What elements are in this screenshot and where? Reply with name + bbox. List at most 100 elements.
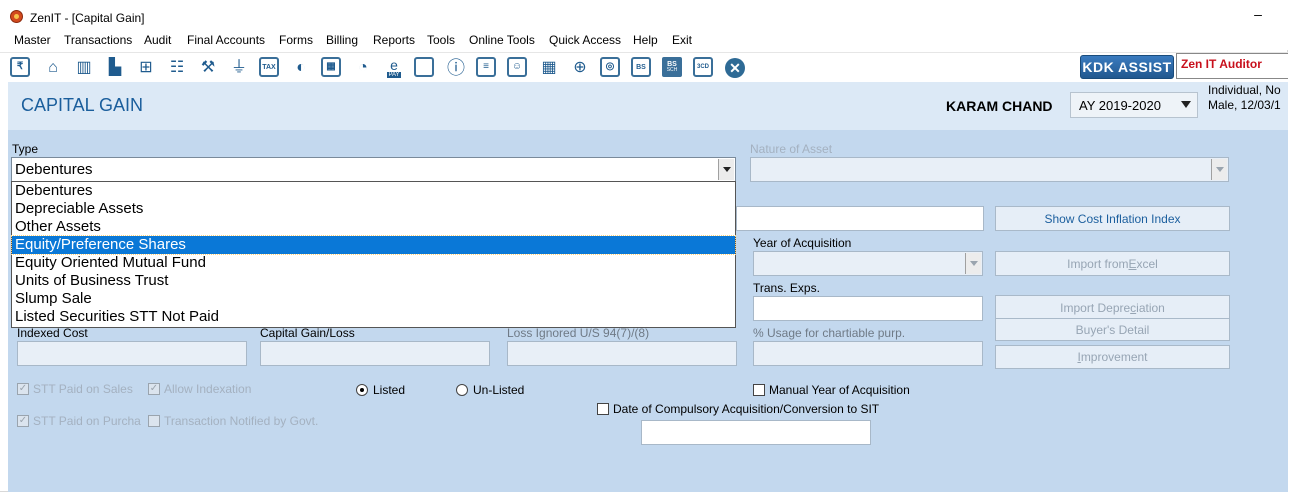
radio-dot bbox=[456, 384, 468, 396]
loss-ignored-field[interactable] bbox=[507, 341, 737, 366]
import-depreciation-button[interactable]: Import Depre c iation bbox=[995, 295, 1230, 320]
tax-icon[interactable]: TAX bbox=[259, 57, 279, 77]
improvement-button[interactable]: Improvement bbox=[995, 345, 1230, 369]
type-option-other-assets[interactable]: Other Assets bbox=[12, 218, 735, 236]
date-of-transfer-field[interactable] bbox=[736, 206, 984, 231]
menu-online-tools[interactable]: Online Tools bbox=[469, 33, 535, 47]
return-doc-icon[interactable]: ◎ bbox=[600, 57, 620, 77]
checkbox-box: ✓ bbox=[148, 383, 160, 395]
buyers-detail-button[interactable]: Buyer's Detail bbox=[995, 318, 1230, 341]
menu-forms[interactable]: Forms bbox=[279, 33, 313, 47]
home-icon[interactable]: ⌂ bbox=[42, 57, 64, 79]
transaction-notified-checkbox[interactable]: Transaction Notified by Govt. bbox=[148, 414, 318, 428]
stt-paid-sales-label: STT Paid on Sales bbox=[33, 382, 133, 396]
year-of-acquisition-select[interactable] bbox=[753, 251, 983, 276]
menu-final-accounts[interactable]: Final Accounts bbox=[187, 33, 265, 47]
epay-icon[interactable]: e PAY bbox=[383, 57, 405, 79]
menu-help[interactable]: Help bbox=[633, 33, 658, 47]
indexed-cost-field[interactable] bbox=[17, 341, 247, 366]
gift-icon[interactable]: ⊞ bbox=[135, 57, 157, 79]
3cd-icon[interactable]: 3CD bbox=[693, 57, 713, 77]
unlisted-radio[interactable]: Un-Listed bbox=[456, 383, 524, 397]
assessment-year-select[interactable]: AY 2019-2020 bbox=[1070, 92, 1198, 118]
menu-master[interactable]: Master bbox=[14, 33, 51, 47]
users-icon[interactable]: ☷ bbox=[166, 57, 188, 79]
minimize-button[interactable]: – bbox=[1250, 6, 1266, 22]
date-compulsory-checkbox[interactable]: Date of Compulsory Acquisition/Conversio… bbox=[597, 402, 879, 416]
menu-reports[interactable]: Reports bbox=[373, 33, 415, 47]
filter-icon[interactable]: ⏚ bbox=[228, 57, 250, 79]
menu-quick-access[interactable]: Quick Access bbox=[549, 33, 621, 47]
client-info: Individual, No Male, 12/03/1 bbox=[1208, 83, 1288, 113]
pie-icon[interactable]: ◔ bbox=[352, 57, 374, 79]
radio-dot bbox=[356, 384, 368, 396]
refresh-icon[interactable]: ◐ bbox=[290, 57, 312, 79]
type-option-units-business-trust[interactable]: Units of Business Trust bbox=[12, 272, 735, 290]
nature-of-asset-label: Nature of Asset bbox=[750, 142, 833, 156]
type-value: Debentures bbox=[15, 161, 93, 178]
checkbox-box bbox=[597, 403, 609, 415]
folder-icon[interactable]: ⊕ bbox=[569, 57, 591, 79]
allow-indexation-label: Allow Indexation bbox=[164, 382, 252, 396]
checkbox-box bbox=[148, 415, 160, 427]
listed-radio[interactable]: Listed bbox=[356, 383, 405, 397]
epay-label: PAY bbox=[387, 72, 401, 78]
book-icon[interactable] bbox=[414, 57, 434, 77]
stt-paid-purchase-checkbox[interactable]: ✓ STT Paid on Purcha bbox=[17, 414, 141, 428]
date-compulsory-field[interactable] bbox=[641, 420, 871, 445]
usage-charitable-field[interactable] bbox=[753, 341, 983, 366]
client-info-line1: Individual, No bbox=[1208, 83, 1281, 97]
nature-dropdown-button[interactable] bbox=[1211, 159, 1227, 180]
stt-paid-purchase-label: STT Paid on Purcha bbox=[33, 414, 141, 428]
info-icon[interactable]: ⓘ bbox=[445, 57, 467, 79]
bs-icon[interactable]: BS bbox=[631, 57, 651, 77]
type-option-listed-securities-stt[interactable]: Listed Securities STT Not Paid bbox=[12, 308, 735, 326]
menu-transactions[interactable]: Transactions bbox=[64, 33, 132, 47]
checkbox-box bbox=[753, 384, 765, 396]
type-option-equity-preference-shares[interactable]: Equity/Preference Shares bbox=[11, 235, 736, 255]
building-icon[interactable]: ▥ bbox=[73, 57, 95, 79]
kdk-assist-button[interactable]: KDK ASSIST bbox=[1080, 55, 1174, 79]
type-select[interactable]: Debentures bbox=[11, 157, 736, 182]
page-title: CAPITAL GAIN bbox=[21, 95, 144, 115]
menu-exit[interactable]: Exit bbox=[672, 33, 692, 47]
calculator-icon[interactable]: ▦ bbox=[321, 57, 341, 77]
type-label: Type bbox=[12, 142, 39, 156]
ledger-icon[interactable]: ≡ bbox=[476, 57, 496, 77]
stt-paid-sales-checkbox[interactable]: ✓ STT Paid on Sales bbox=[17, 382, 133, 396]
type-option-equity-oriented-mutual-fund[interactable]: Equity Oriented Mutual Fund bbox=[12, 254, 735, 272]
show-cost-inflation-index-button[interactable]: Show Cost Inflation Index bbox=[995, 206, 1230, 231]
year-dropdown-button[interactable] bbox=[965, 253, 981, 274]
bs-sch-icon[interactable]: BS SCH bbox=[662, 57, 682, 77]
loss-ignored-label: Loss Ignored U/S 94(7)/(8) bbox=[507, 326, 650, 340]
capital-gain-loss-field[interactable] bbox=[260, 341, 490, 366]
report-user-icon[interactable]: ☺ bbox=[507, 57, 527, 77]
tax-label: TAX bbox=[262, 63, 276, 71]
chart-icon[interactable]: ▙ bbox=[104, 57, 126, 79]
gavel-icon[interactable]: ⚒ bbox=[197, 57, 219, 79]
app-logo-icon bbox=[10, 10, 23, 23]
indexed-cost-label: Indexed Cost bbox=[17, 326, 88, 340]
close-icon[interactable]: ✕ bbox=[725, 58, 745, 78]
client-name: KARAM CHAND bbox=[946, 98, 1053, 114]
unlisted-label: Un-Listed bbox=[473, 383, 525, 397]
listed-label: Listed bbox=[373, 383, 406, 397]
menu-bar: Master Transactions Audit Final Accounts… bbox=[0, 30, 1288, 50]
menu-tools[interactable]: Tools bbox=[427, 33, 455, 47]
type-option-depreciable-assets[interactable]: Depreciable Assets bbox=[12, 200, 735, 218]
allow-indexation-checkbox[interactable]: ✓ Allow Indexation bbox=[148, 382, 251, 396]
show-cii-label: Show Cost Inflation Index bbox=[1044, 211, 1181, 226]
zen-it-auditor-link[interactable]: Zen IT Auditor bbox=[1176, 53, 1288, 79]
nature-of-asset-select[interactable] bbox=[750, 157, 1229, 182]
type-option-slump-sale[interactable]: Slump Sale bbox=[12, 290, 735, 308]
return-icon[interactable]: ₹ bbox=[10, 57, 30, 77]
import-excel-label-pre: Import from bbox=[1067, 256, 1129, 271]
type-option-debentures[interactable]: Debentures bbox=[12, 182, 735, 200]
manual-year-checkbox[interactable]: Manual Year of Acquisition bbox=[753, 383, 910, 397]
calendar-icon[interactable]: ▦ bbox=[538, 57, 560, 79]
import-from-excel-button[interactable]: Import from Excel bbox=[995, 251, 1230, 276]
type-dropdown-button[interactable] bbox=[718, 159, 734, 180]
trans-exps-field[interactable] bbox=[753, 296, 983, 321]
menu-audit[interactable]: Audit bbox=[144, 33, 171, 47]
menu-billing[interactable]: Billing bbox=[326, 33, 358, 47]
